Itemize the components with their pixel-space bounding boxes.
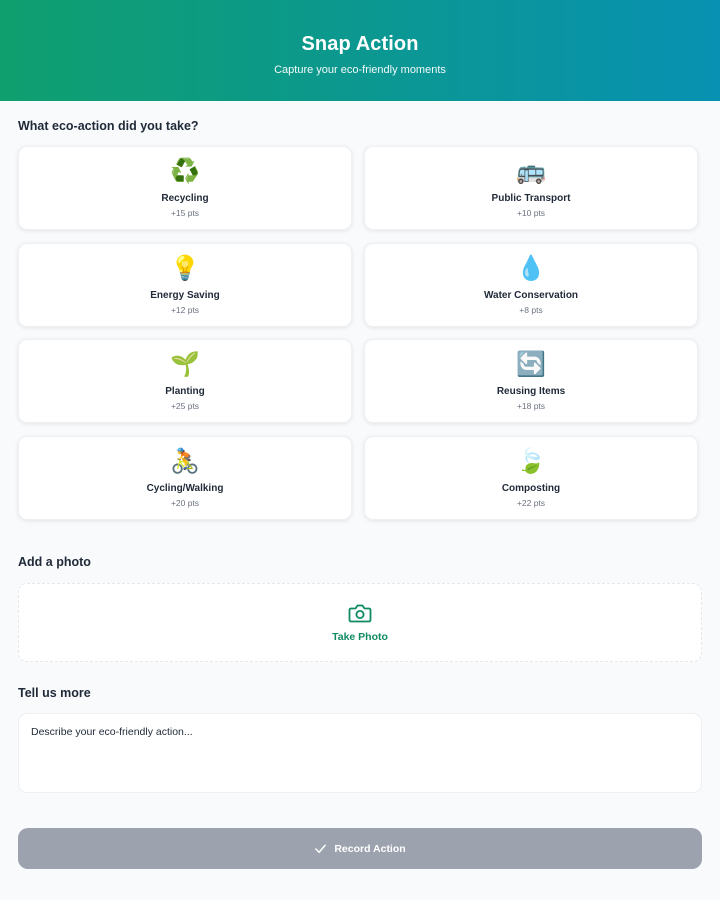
action-label: Cycling/Walking	[146, 482, 224, 494]
action-label: Reusing Items	[496, 386, 566, 397]
action-label: Energy Saving	[150, 289, 220, 301]
checkmark-icon	[315, 844, 327, 853]
action-points: +20 pts	[170, 497, 200, 508]
action-card-cycling-walking[interactable]: 🚴 Cycling/Walking +20 pts	[18, 435, 352, 520]
leaf-icon: 🍃	[516, 446, 546, 475]
page-title: Snap Action	[301, 33, 419, 55]
action-points: +25 pts	[170, 401, 200, 411]
actions-section-title: What eco-action did you take?	[18, 119, 199, 133]
app-header: Snap Action Capture your eco-friendly mo…	[0, 0, 720, 101]
action-card-recycling[interactable]: ♻️ Recycling +15 pts	[18, 146, 352, 230]
cyclist-icon: 🚴	[170, 446, 200, 475]
action-card-composting[interactable]: 🍃 Composting +22 pts	[364, 435, 698, 520]
take-photo-label: Take Photo	[332, 631, 388, 643]
action-points: +12 pts	[170, 304, 200, 315]
action-card-water-conservation[interactable]: 💧 Water Conservation +8 pts	[364, 242, 698, 327]
action-label: Composting	[501, 482, 561, 494]
action-points: +8 pts	[519, 304, 543, 315]
action-label: Recycling	[161, 193, 209, 204]
action-card-energy-saving[interactable]: 💡 Energy Saving +12 pts	[18, 242, 352, 327]
page-subtitle: Capture your eco-friendly moments	[274, 64, 446, 76]
action-card-public-transport[interactable]: 🚌 Public Transport +10 pts	[364, 146, 698, 230]
record-action-label: Record Action	[334, 842, 406, 855]
action-label: Planting	[165, 386, 205, 397]
action-label: Public Transport	[491, 193, 571, 204]
photo-section-title: Add a photo	[18, 555, 91, 569]
recycling-icon: ♻️	[170, 157, 200, 185]
action-card-planting[interactable]: 🌱 Planting +25 pts	[18, 339, 352, 423]
details-section-title: Tell us more	[18, 686, 91, 700]
action-points: +10 pts	[516, 208, 546, 218]
action-points: +15 pts	[170, 208, 200, 218]
action-label: Water Conservation	[483, 289, 579, 301]
action-points: +18 pts	[516, 401, 546, 411]
take-photo-button[interactable]: Take Photo	[18, 583, 702, 662]
action-card-reusing-items[interactable]: 🔄 Reusing Items +18 pts	[364, 339, 698, 423]
cycle-arrows-icon: 🔄	[516, 350, 546, 378]
action-grid: ♻️ Recycling +15 pts 🚌 Public Transport …	[18, 146, 698, 520]
camera-icon	[348, 604, 372, 623]
record-action-button[interactable]: Record Action	[18, 828, 702, 869]
bus-icon: 🚌	[516, 157, 546, 185]
action-points: +22 pts	[516, 497, 546, 508]
lightbulb-icon: 💡	[170, 253, 200, 282]
water-drop-icon: 💧	[516, 253, 546, 282]
description-input[interactable]	[18, 713, 702, 793]
seedling-icon: 🌱	[170, 350, 200, 378]
